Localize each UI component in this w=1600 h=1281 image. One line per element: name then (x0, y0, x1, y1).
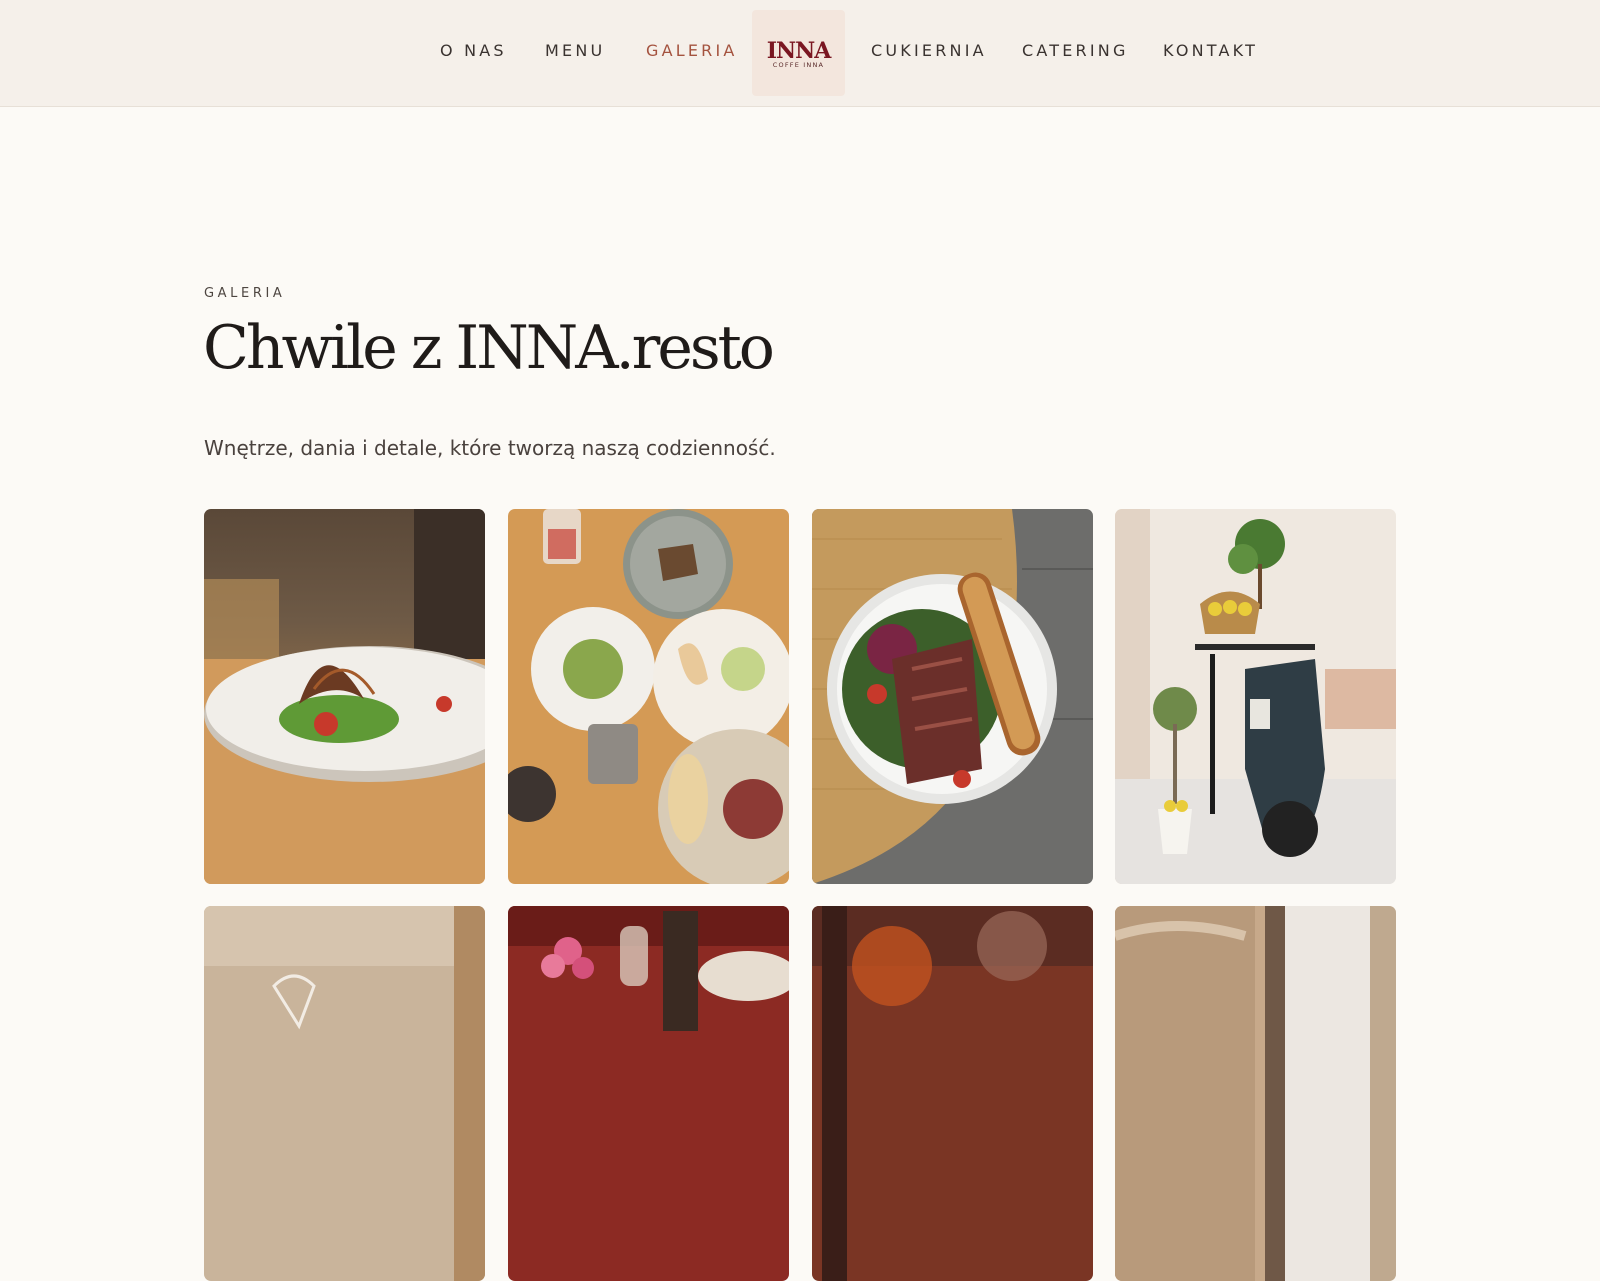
gallery-photo-salad-plate-on-table[interactable] (204, 509, 485, 884)
nav-link-cukiernia[interactable]: CUKIERNIA (871, 41, 987, 60)
section-eyebrow: GALERIA (204, 286, 286, 301)
brand-logo[interactable]: INNA COFFE INNA (752, 10, 845, 96)
gallery-photo-blurred-dish[interactable] (812, 906, 1093, 1281)
gallery-photo-table-with-many-dishes[interactable] (508, 509, 789, 884)
nav-link-o-nas[interactable]: O NAS (440, 41, 507, 60)
gallery-photo-flowers-and-wine[interactable] (508, 906, 789, 1281)
gallery-photo-restaurant-interior-glasses[interactable] (204, 906, 485, 1281)
page-title: Chwile z INNA.resto (203, 313, 775, 383)
main-nav: O NAS MENU GALERIA INNA COFFE INNA CUKIE… (0, 0, 1600, 104)
nav-link-kontakt[interactable]: KONTAKT (1163, 41, 1258, 60)
nav-link-catering[interactable]: CATERING (1022, 41, 1129, 60)
nav-link-galeria[interactable]: GALERIA (646, 41, 738, 60)
gallery-photo-interior-doorway[interactable] (1115, 906, 1396, 1281)
section-subtitle: Wnętrze, dania i detale, które tworzą na… (204, 436, 776, 460)
nav-link-menu[interactable]: MENU (545, 41, 605, 60)
logo-subtext: COFFE INNA (772, 61, 825, 69)
gallery-photo-vintage-scooter-interior[interactable] (1115, 509, 1396, 884)
gallery-photo-duck-salad-with-toast[interactable] (812, 509, 1093, 884)
site-header: O NAS MENU GALERIA INNA COFFE INNA CUKIE… (0, 0, 1600, 107)
